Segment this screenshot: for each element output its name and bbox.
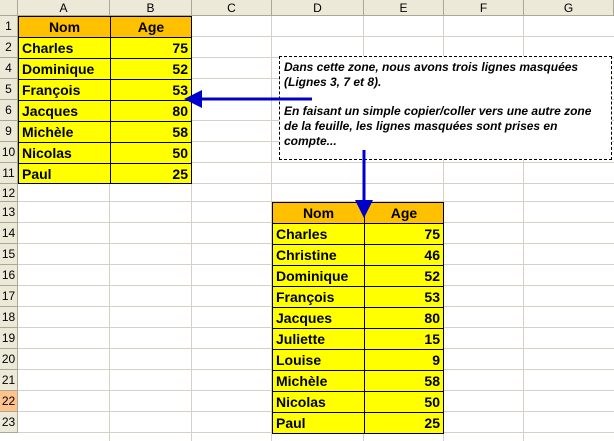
right-header-nom[interactable]: Nom [272,202,365,224]
left-header-age[interactable]: Age [110,16,192,38]
spreadsheet-grid[interactable]: A B C D E F G 1 2 4 5 6 9 10 11 12 13 14… [0,0,614,441]
right-name-cell[interactable]: François [272,286,365,308]
right-name-cell[interactable]: Nicolas [272,391,365,413]
left-age-cell[interactable]: 80 [110,100,192,122]
left-name-cell[interactable]: Michèle [18,121,111,143]
right-age-cell[interactable]: 15 [364,328,444,350]
right-age-cell[interactable]: 58 [364,370,444,392]
column-header-d[interactable]: D [272,0,364,16]
row-header-9[interactable]: 9 [0,121,18,142]
row-header-11[interactable]: 11 [0,163,18,184]
right-name-cell[interactable]: Christine [272,244,365,266]
left-age-cell[interactable]: 25 [110,163,192,184]
left-name-cell[interactable]: François [18,79,111,101]
column-header-f[interactable]: F [444,0,524,16]
row-header-22-selected[interactable]: 22 [0,391,18,412]
row-header-1[interactable]: 1 [0,16,18,37]
right-name-cell[interactable]: Jacques [272,307,365,329]
left-name-cell[interactable]: Paul [18,163,111,184]
note-text-hidden-rows: Dans cette zone, nous avons trois lignes… [284,60,579,89]
right-name-cell[interactable]: Dominique [272,265,365,287]
right-age-cell[interactable]: 9 [364,349,444,371]
row-header-18[interactable]: 18 [0,307,18,328]
right-name-cell[interactable]: Louise [272,349,365,371]
row-header-5[interactable]: 5 [0,79,18,100]
left-name-cell[interactable]: Jacques [18,100,111,122]
note-text-copy-paste: En faisant un simple copier/coller vers … [284,104,592,148]
right-age-cell[interactable]: 75 [364,223,444,245]
right-header-age[interactable]: Age [364,202,444,224]
left-age-cell[interactable]: 52 [110,58,192,80]
left-age-cell[interactable]: 50 [110,142,192,164]
column-header-g[interactable]: G [524,0,614,16]
right-name-cell[interactable]: Juliette [272,328,365,350]
left-name-cell[interactable]: Charles [18,37,111,59]
row-header-17[interactable]: 17 [0,286,18,307]
row-header-13[interactable]: 13 [0,202,18,223]
column-header-b[interactable]: B [110,0,192,16]
row-header-16[interactable]: 16 [0,265,18,286]
column-header-c[interactable]: C [192,0,272,16]
corner-select-all[interactable] [0,0,18,16]
right-age-cell[interactable]: 80 [364,307,444,329]
left-header-nom[interactable]: Nom [18,16,111,38]
row-header-10[interactable]: 10 [0,142,18,163]
left-name-cell[interactable]: Nicolas [18,142,111,164]
right-name-cell[interactable]: Michèle [272,370,365,392]
row-header-19[interactable]: 19 [0,328,18,349]
right-name-cell[interactable]: Charles [272,223,365,245]
column-header-e[interactable]: E [364,0,444,16]
column-header-a[interactable]: A [18,0,110,16]
right-age-cell[interactable]: 53 [364,286,444,308]
note-textbox[interactable]: Dans cette zone, nous avons trois lignes… [279,56,612,160]
right-age-cell[interactable]: 46 [364,244,444,266]
row-header-15[interactable]: 15 [0,244,18,265]
row-header-23[interactable]: 23 [0,412,18,433]
left-age-cell[interactable]: 75 [110,37,192,59]
left-age-cell[interactable]: 53 [110,79,192,101]
row-header-4[interactable]: 4 [0,58,18,79]
row-header-2[interactable]: 2 [0,37,18,58]
left-age-cell[interactable]: 58 [110,121,192,143]
row-header-20[interactable]: 20 [0,349,18,370]
right-name-cell[interactable]: Paul [272,412,365,434]
right-age-cell[interactable]: 25 [364,412,444,434]
row-header-21[interactable]: 21 [0,370,18,391]
row-header-6[interactable]: 6 [0,100,18,121]
left-name-cell[interactable]: Dominique [18,58,111,80]
right-age-cell[interactable]: 52 [364,265,444,287]
row-header-12[interactable]: 12 [0,184,18,202]
right-age-cell[interactable]: 50 [364,391,444,413]
row-header-14[interactable]: 14 [0,223,18,244]
